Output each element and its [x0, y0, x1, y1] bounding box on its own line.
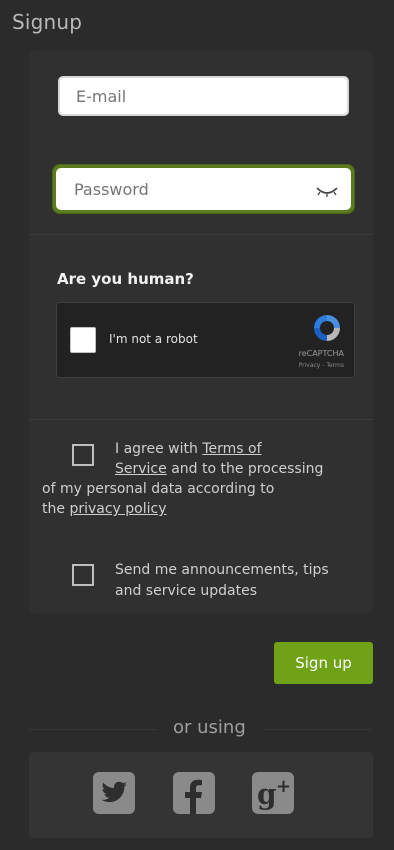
- svg-text:+: +: [276, 776, 291, 797]
- password-field[interactable]: [56, 168, 351, 210]
- recaptcha-brand: reCAPTCHA: [298, 349, 344, 358]
- terms-text-line3: of my personal data according to: [42, 481, 275, 497]
- captcha-heading: Are you human?: [57, 270, 194, 288]
- divider: [29, 729, 157, 730]
- divider: [29, 234, 373, 235]
- recaptcha-links[interactable]: Privacy - Terms: [299, 362, 344, 369]
- email-input[interactable]: [74, 85, 333, 107]
- newsletter-label: Send me announcements, tips and service …: [115, 562, 329, 599]
- newsletter-checkbox[interactable]: [72, 564, 94, 586]
- terms-text-pre: I agree with: [115, 441, 203, 457]
- recaptcha-checkbox[interactable]: [70, 327, 96, 353]
- recaptcha-widget: I'm not a robot reCAPTCHA Privacy - Term…: [56, 302, 355, 378]
- svg-text:g: g: [257, 778, 277, 811]
- signup-card: Are you human? I'm not a robot reCAPTCHA…: [29, 51, 373, 613]
- terms-text-pre4: the: [42, 501, 70, 517]
- show-password-icon[interactable]: [315, 184, 339, 198]
- terms-text: I agree with Terms of Service and to the…: [42, 439, 342, 519]
- signup-button[interactable]: Sign up: [274, 642, 373, 684]
- recaptcha-label: I'm not a robot: [109, 332, 198, 346]
- terms-of-service-link-2[interactable]: Service: [115, 461, 167, 477]
- email-field[interactable]: [58, 76, 349, 116]
- page-title: Signup: [12, 10, 83, 34]
- privacy-policy-link[interactable]: privacy policy: [69, 501, 166, 517]
- or-using-label: or using: [173, 717, 246, 738]
- recaptcha-logo-icon: [314, 315, 340, 341]
- google-plus-icon[interactable]: g +: [251, 770, 295, 816]
- password-input[interactable]: [72, 178, 335, 200]
- terms-text-mid: and to the processing: [166, 461, 324, 477]
- terms-of-service-link[interactable]: Terms of: [202, 441, 261, 457]
- divider: [29, 419, 373, 420]
- password-field-focus-ring: [52, 164, 355, 214]
- divider: [264, 729, 372, 730]
- social-login-panel: g +: [29, 752, 373, 838]
- facebook-icon[interactable]: [172, 770, 216, 816]
- twitter-icon[interactable]: [92, 770, 136, 816]
